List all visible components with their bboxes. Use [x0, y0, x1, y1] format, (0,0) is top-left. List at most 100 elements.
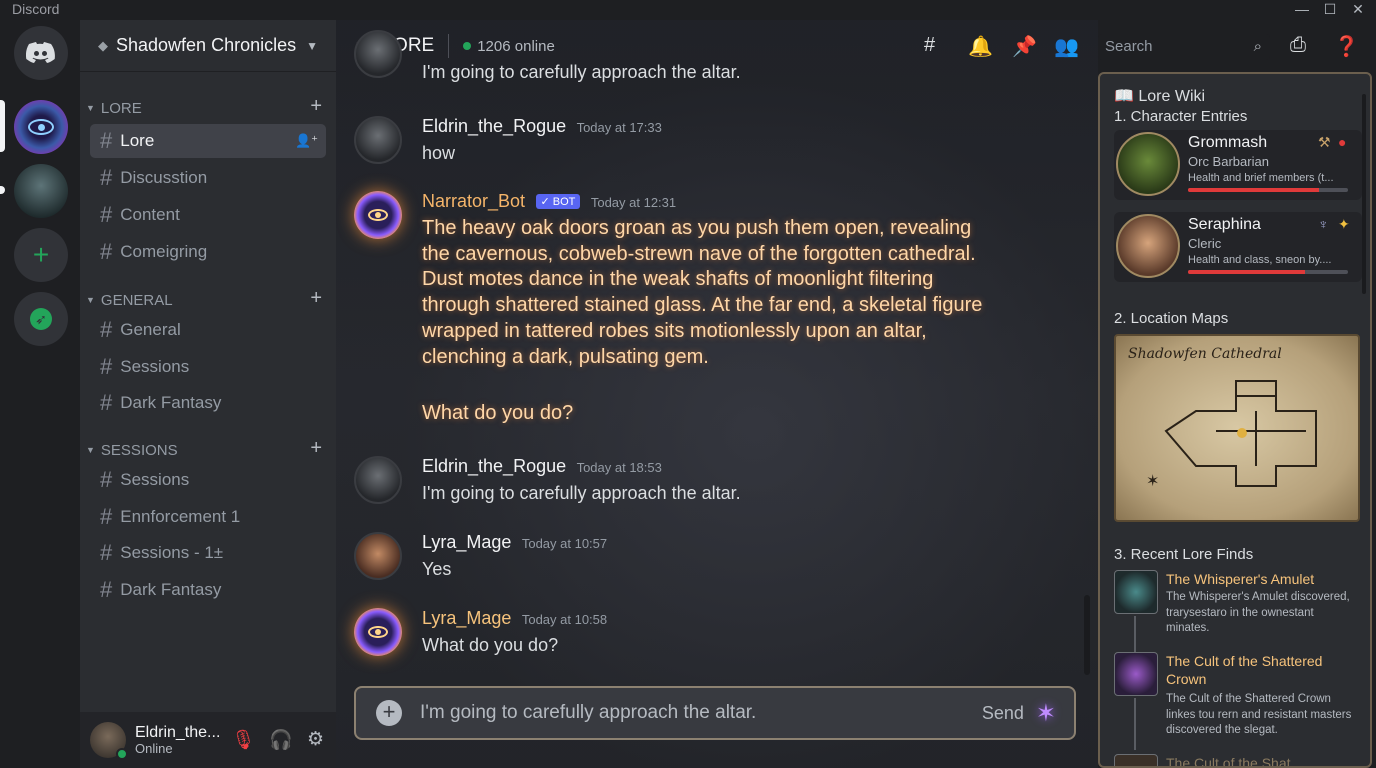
help-icon[interactable]: ❓: [1334, 34, 1359, 59]
wiki-scrollbar[interactable]: [1362, 94, 1366, 294]
message-author[interactable]: Lyra_Mage: [422, 532, 511, 552]
channel-discusstion[interactable]: # Discusstion: [90, 161, 326, 195]
microphone-muted-icon[interactable]: 🎙: [231, 728, 255, 752]
channel-label: General: [120, 320, 181, 339]
message-item[interactable]: Lyra_Mage Today at 10:57 Yes: [354, 532, 1054, 588]
message-author[interactable]: Narrator_Bot: [422, 191, 525, 211]
message-author[interactable]: Lyra_Mage: [422, 608, 511, 628]
message-text-2: What do you do?: [422, 402, 574, 425]
character-card[interactable]: Grommash Orc Barbarian Health and brief …: [1114, 130, 1362, 200]
add-channel-icon[interactable]: +: [310, 437, 322, 460]
category-label: LORE: [100, 99, 142, 117]
channel-sessions-1[interactable]: # Sessions - 1±: [90, 536, 326, 570]
eye-icon: [28, 119, 54, 135]
message-item[interactable]: Eldrin_the_Rogue Today at 18:53 I'm goin…: [354, 456, 1054, 512]
search-input[interactable]: Search ⌕: [1098, 34, 1270, 60]
collapse-arrow-icon: ▼: [86, 103, 95, 113]
explore-button[interactable]: ➶: [14, 292, 68, 346]
message-text: What do you do?: [422, 635, 559, 655]
timeline-connector: [1134, 616, 1136, 652]
online-count: 1206 online: [477, 37, 555, 55]
channel-general[interactable]: # General: [90, 313, 326, 347]
message-timestamp: Today at 18:53: [576, 460, 662, 475]
hash-icon: #: [100, 540, 113, 565]
maximize-button[interactable]: ☐: [1316, 0, 1344, 20]
channel-dark-fantasy[interactable]: # Dark Fantasy: [90, 386, 326, 420]
send-button[interactable]: Send: [982, 703, 1024, 724]
notification-bell-icon[interactable]: 🔔: [968, 34, 993, 59]
message-item[interactable]: Eldrin_the_Rogue Today at 17:33 how: [354, 116, 1054, 172]
chat-scrollbar[interactable]: [1084, 595, 1090, 675]
category-sessions[interactable]: ▼ SESSIONS +: [86, 437, 326, 460]
message-text: The heavy oak doors groan as you push th…: [422, 217, 983, 368]
inbox-icon[interactable]: ⎙: [1290, 34, 1306, 57]
category-lore[interactable]: ▼ LORE +: [86, 95, 326, 118]
hash-icon: #: [100, 202, 113, 227]
minimize-button[interactable]: —: [1288, 0, 1316, 20]
health-bar: [1188, 188, 1348, 192]
member-list-icon[interactable]: 👥: [1054, 34, 1079, 59]
pin-icon[interactable]: 📌: [1012, 34, 1037, 59]
section-location-maps: 2. Location Maps: [1114, 310, 1229, 327]
category-general[interactable]: ▼ GENERAL +: [86, 287, 326, 310]
category-label: SESSIONS: [100, 441, 178, 459]
message-avatar[interactable]: [354, 116, 402, 164]
message-partial[interactable]: I'm going to carefully approach the alta…: [354, 30, 1054, 90]
channel-label: Discusstion: [120, 168, 208, 187]
channel-sessions[interactable]: # Sessions: [90, 350, 326, 384]
add-channel-icon[interactable]: +: [310, 95, 322, 118]
message-avatar[interactable]: [354, 30, 402, 78]
hash-icon: #: [100, 165, 113, 190]
message-author[interactable]: Eldrin_the_Rogue: [422, 116, 566, 136]
attach-plus-icon[interactable]: +: [376, 700, 402, 726]
add-channel-icon[interactable]: +: [310, 287, 322, 310]
threads-icon[interactable]: #: [924, 34, 935, 57]
invite-user-icon[interactable]: 👤⁺: [295, 133, 318, 149]
lore-find-body: The Cult of the Shattered Crown linkes t…: [1166, 693, 1352, 736]
user-avatar[interactable]: [90, 722, 128, 760]
search-placeholder: Search: [1105, 38, 1153, 55]
server-icon-forest[interactable]: [14, 164, 68, 218]
message-timestamp: Today at 10:58: [521, 612, 608, 627]
message-item[interactable]: Lyra_Mage Today at 10:58 What do you do?: [354, 608, 1054, 664]
relic-icon: [1114, 754, 1158, 766]
collapse-arrow-icon: ▼: [86, 445, 95, 455]
user-panel: Eldrin_the... Online 🎙 🎧 ⚙: [80, 712, 336, 768]
server-icon-shadowfen[interactable]: [14, 100, 68, 154]
narrator-message[interactable]: Narrator_Bot ✓ BOT Today at 12:31 The he…: [354, 191, 1054, 441]
location-map[interactable]: Shadowfen Cathedral ✶: [1114, 334, 1360, 522]
message-input[interactable]: I'm going to carefully approach the alta…: [420, 702, 982, 724]
add-server-button[interactable]: +: [14, 228, 68, 282]
channel-label: Lore: [120, 131, 155, 150]
channel-lore[interactable]: # Lore 👤⁺: [90, 124, 326, 158]
close-button[interactable]: ✕: [1344, 0, 1372, 20]
message-timestamp: Today at 12:31: [590, 195, 677, 210]
message-avatar[interactable]: [354, 456, 402, 504]
headphones-icon[interactable]: 🎧: [269, 728, 293, 752]
character-card[interactable]: Seraphina Cleric Health and class, sneon…: [1114, 212, 1362, 282]
wiki-title: 📖 Lore Wiki: [1100, 86, 1370, 106]
eye-icon: [368, 209, 388, 221]
hash-icon: #: [100, 317, 113, 342]
channel-comeigring[interactable]: # Comeigring: [90, 235, 326, 269]
amulet-icon: [1114, 570, 1158, 614]
message-avatar[interactable]: [354, 532, 402, 580]
bot-avatar[interactable]: [354, 191, 402, 239]
crown-icon: [1114, 652, 1158, 696]
channel-label: Content: [120, 205, 180, 224]
server-header[interactable]: ◆ Shadowfen Chronicles ▼: [80, 20, 336, 72]
message-author[interactable]: Eldrin_the_Rogue: [422, 456, 566, 476]
channel-dark-fantasy-2[interactable]: # Dark Fantasy: [90, 573, 326, 607]
message-text: I'm going to carefully approach the alta…: [422, 62, 741, 82]
settings-gear-icon[interactable]: ⚙: [307, 728, 324, 752]
discord-home-button[interactable]: [14, 26, 68, 80]
message-avatar[interactable]: [354, 608, 402, 656]
channel-content[interactable]: # Content: [90, 198, 326, 232]
section-character-entries: 1. Character Entries: [1114, 108, 1248, 125]
hash-icon: #: [100, 239, 113, 264]
channel-enforcement[interactable]: # Ennforcement 1: [90, 500, 326, 534]
send-rune-icon[interactable]: ✶: [1036, 699, 1056, 728]
character-desc: Health and brief members (t...: [1188, 172, 1334, 184]
channel-sessions-2[interactable]: # Sessions: [90, 463, 326, 497]
wiki-title-text: Lore Wiki: [1138, 88, 1206, 105]
